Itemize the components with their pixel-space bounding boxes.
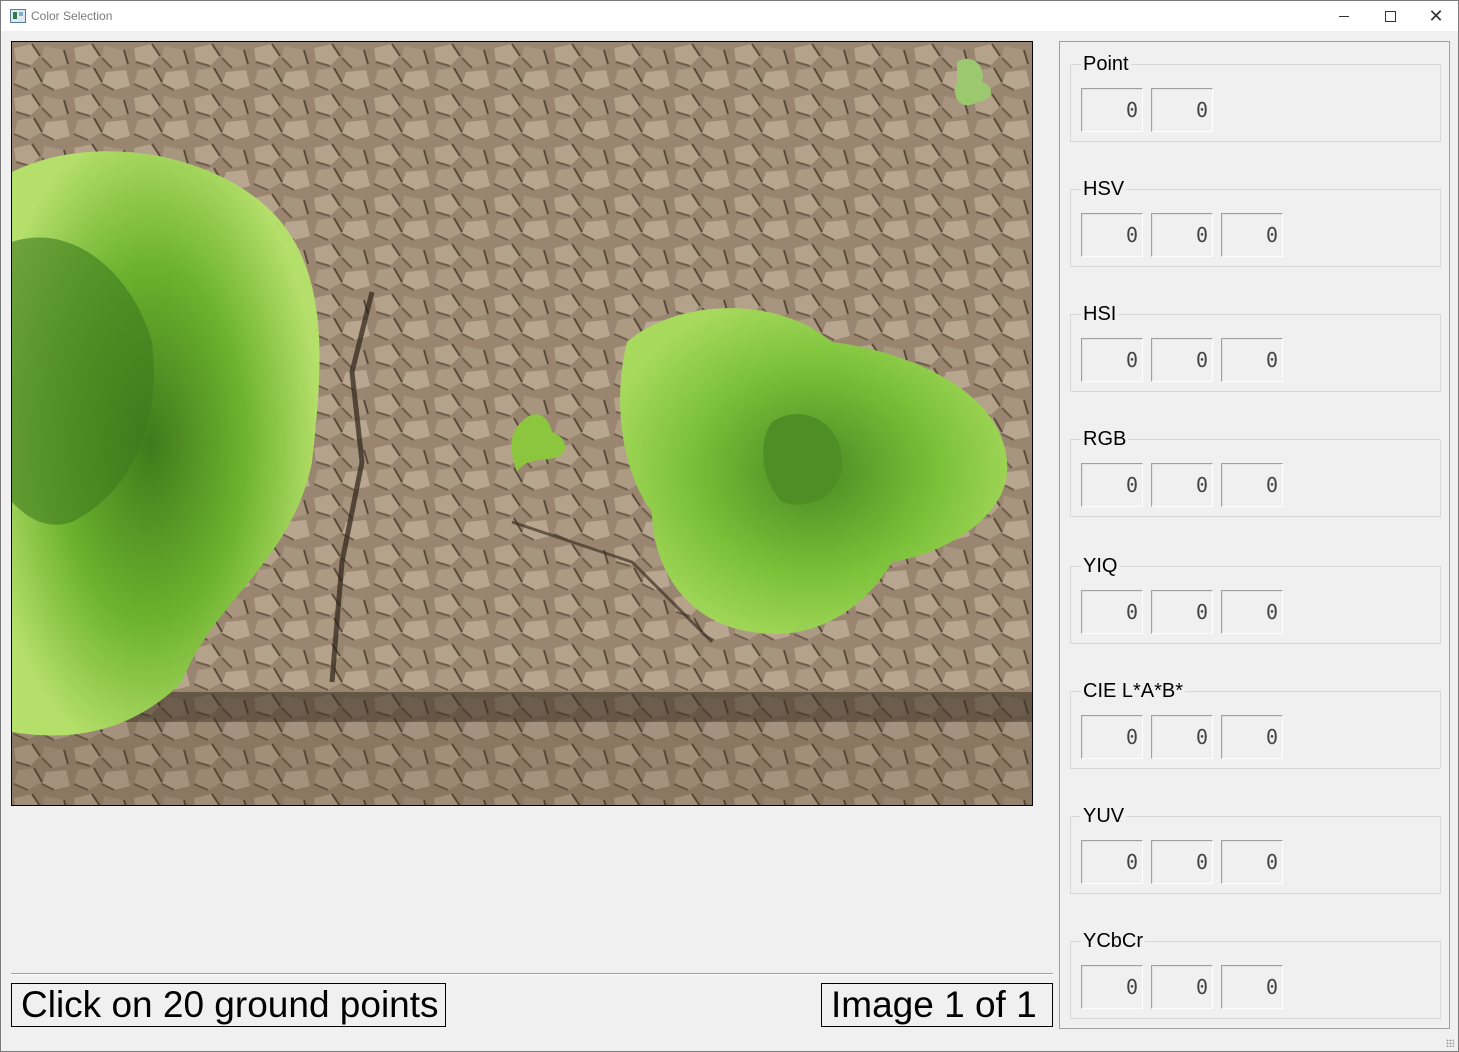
yiq-q-display: 0: [1221, 590, 1283, 634]
minimize-icon: [1339, 15, 1349, 17]
ycbcr-group: YCbCr 0 0 0: [1070, 929, 1441, 1019]
lab-b-display: 0: [1221, 715, 1283, 759]
application-window: Color Selection ✕ Click on 20 ground poi…: [0, 0, 1459, 1052]
ycbcr-cr-display: 0: [1221, 965, 1283, 1009]
yuv-u-display: 0: [1151, 840, 1213, 884]
hsv-s-display: 0: [1151, 213, 1213, 257]
rgb-g-display: 0: [1151, 463, 1213, 507]
image-canvas[interactable]: [11, 41, 1033, 806]
ycbcr-cb-display: 0: [1151, 965, 1213, 1009]
group-title: HSV: [1081, 177, 1127, 201]
point-group: Point 0 0: [1070, 52, 1441, 142]
hsv-h-display: 0: [1081, 213, 1143, 257]
rgb-group: RGB 0 0 0: [1070, 427, 1441, 517]
close-button[interactable]: ✕: [1413, 1, 1459, 31]
close-icon: ✕: [1428, 5, 1444, 26]
group-title: RGB: [1081, 427, 1129, 451]
window-title: Color Selection: [31, 9, 113, 23]
title-bar[interactable]: Color Selection ✕: [1, 1, 1458, 31]
resize-grip-icon[interactable]: [1446, 1039, 1454, 1047]
app-icon: [10, 9, 26, 23]
point-x-display: 0: [1081, 88, 1143, 132]
color-values-panel: Point 0 0 HSV 0 0 0 HSI 0 0 0 RGB 0 0 0 …: [1059, 41, 1450, 1029]
lab-group: CIE L*A*B* 0 0 0: [1070, 679, 1441, 769]
yiq-y-display: 0: [1081, 590, 1143, 634]
group-title: YIQ: [1081, 554, 1120, 578]
minimize-button[interactable]: [1321, 1, 1367, 31]
image-counter-label: Image 1 of 1: [821, 983, 1053, 1027]
hsv-v-display: 0: [1221, 213, 1283, 257]
group-title: HSI: [1081, 302, 1119, 326]
instruction-label: Click on 20 ground points: [11, 983, 446, 1027]
rgb-r-display: 0: [1081, 463, 1143, 507]
group-title: CIE L*A*B*: [1081, 679, 1186, 703]
group-title: YUV: [1081, 804, 1127, 828]
ycbcr-y-display: 0: [1081, 965, 1143, 1009]
group-title: YCbCr: [1081, 929, 1146, 953]
lab-a-display: 0: [1151, 715, 1213, 759]
bottom-divider: [11, 973, 1053, 975]
maximize-button[interactable]: [1367, 1, 1413, 31]
hsi-h-display: 0: [1081, 338, 1143, 382]
yiq-group: YIQ 0 0 0: [1070, 554, 1441, 644]
hsv-group: HSV 0 0 0: [1070, 177, 1441, 267]
hsi-group: HSI 0 0 0: [1070, 302, 1441, 392]
rgb-b-display: 0: [1221, 463, 1283, 507]
yuv-y-display: 0: [1081, 840, 1143, 884]
yiq-i-display: 0: [1151, 590, 1213, 634]
hsi-s-display: 0: [1151, 338, 1213, 382]
maximize-icon: [1384, 10, 1396, 22]
yuv-group: YUV 0 0 0: [1070, 804, 1441, 894]
group-title: Point: [1081, 52, 1131, 76]
hsi-i-display: 0: [1221, 338, 1283, 382]
yuv-v-display: 0: [1221, 840, 1283, 884]
lab-l-display: 0: [1081, 715, 1143, 759]
point-y-display: 0: [1151, 88, 1213, 132]
field-photo: [12, 42, 1032, 805]
